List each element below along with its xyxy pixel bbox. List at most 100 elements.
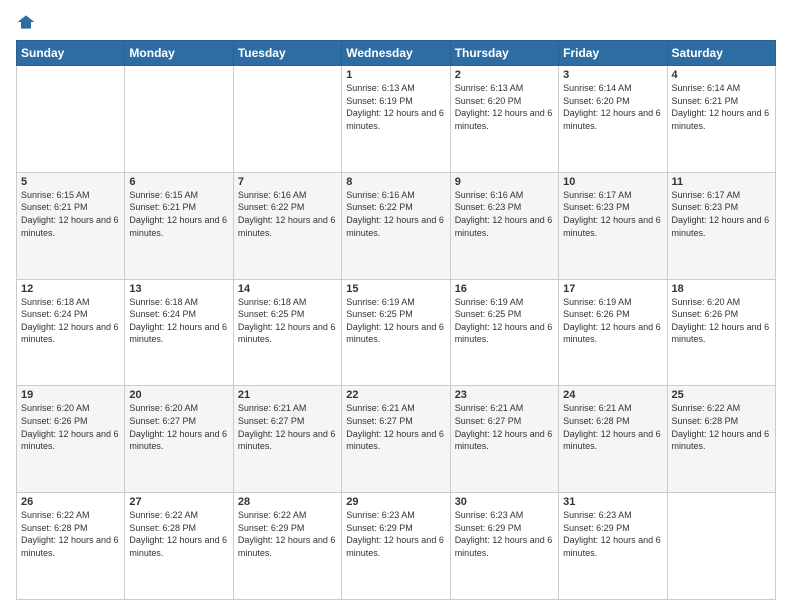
calendar-cell: 4Sunrise: 6:14 AM Sunset: 6:21 PM Daylig… xyxy=(667,66,775,173)
day-number: 24 xyxy=(563,389,662,401)
day-number: 19 xyxy=(21,389,120,401)
day-info: Sunrise: 6:15 AM Sunset: 6:21 PM Dayligh… xyxy=(129,189,228,239)
day-info: Sunrise: 6:18 AM Sunset: 6:24 PM Dayligh… xyxy=(21,296,120,346)
calendar-week-row: 12Sunrise: 6:18 AM Sunset: 6:24 PM Dayli… xyxy=(17,279,776,386)
calendar-cell: 12Sunrise: 6:18 AM Sunset: 6:24 PM Dayli… xyxy=(17,279,125,386)
weekday-header: Thursday xyxy=(450,41,558,66)
day-info: Sunrise: 6:16 AM Sunset: 6:23 PM Dayligh… xyxy=(455,189,554,239)
day-number: 4 xyxy=(672,69,771,81)
day-info: Sunrise: 6:22 AM Sunset: 6:28 PM Dayligh… xyxy=(672,402,771,452)
day-number: 30 xyxy=(455,496,554,508)
day-info: Sunrise: 6:20 AM Sunset: 6:27 PM Dayligh… xyxy=(129,402,228,452)
day-info: Sunrise: 6:15 AM Sunset: 6:21 PM Dayligh… xyxy=(21,189,120,239)
weekday-header: Sunday xyxy=(17,41,125,66)
day-number: 6 xyxy=(129,176,228,188)
day-info: Sunrise: 6:18 AM Sunset: 6:25 PM Dayligh… xyxy=(238,296,337,346)
day-info: Sunrise: 6:20 AM Sunset: 6:26 PM Dayligh… xyxy=(672,296,771,346)
calendar-cell: 30Sunrise: 6:23 AM Sunset: 6:29 PM Dayli… xyxy=(450,493,558,600)
day-info: Sunrise: 6:18 AM Sunset: 6:24 PM Dayligh… xyxy=(129,296,228,346)
day-info: Sunrise: 6:22 AM Sunset: 6:29 PM Dayligh… xyxy=(238,509,337,559)
calendar-cell xyxy=(667,493,775,600)
day-number: 8 xyxy=(346,176,445,188)
calendar-cell: 9Sunrise: 6:16 AM Sunset: 6:23 PM Daylig… xyxy=(450,172,558,279)
calendar-cell: 21Sunrise: 6:21 AM Sunset: 6:27 PM Dayli… xyxy=(233,386,341,493)
day-info: Sunrise: 6:19 AM Sunset: 6:26 PM Dayligh… xyxy=(563,296,662,346)
calendar-cell: 19Sunrise: 6:20 AM Sunset: 6:26 PM Dayli… xyxy=(17,386,125,493)
calendar-cell: 2Sunrise: 6:13 AM Sunset: 6:20 PM Daylig… xyxy=(450,66,558,173)
calendar-cell: 31Sunrise: 6:23 AM Sunset: 6:29 PM Dayli… xyxy=(559,493,667,600)
day-number: 1 xyxy=(346,69,445,81)
calendar-cell: 28Sunrise: 6:22 AM Sunset: 6:29 PM Dayli… xyxy=(233,493,341,600)
calendar-cell: 29Sunrise: 6:23 AM Sunset: 6:29 PM Dayli… xyxy=(342,493,450,600)
day-info: Sunrise: 6:16 AM Sunset: 6:22 PM Dayligh… xyxy=(346,189,445,239)
calendar-week-row: 19Sunrise: 6:20 AM Sunset: 6:26 PM Dayli… xyxy=(17,386,776,493)
calendar-table: SundayMondayTuesdayWednesdayThursdayFrid… xyxy=(16,40,776,600)
calendar-cell: 23Sunrise: 6:21 AM Sunset: 6:27 PM Dayli… xyxy=(450,386,558,493)
calendar-cell: 15Sunrise: 6:19 AM Sunset: 6:25 PM Dayli… xyxy=(342,279,450,386)
day-info: Sunrise: 6:19 AM Sunset: 6:25 PM Dayligh… xyxy=(346,296,445,346)
calendar-cell: 7Sunrise: 6:16 AM Sunset: 6:22 PM Daylig… xyxy=(233,172,341,279)
day-info: Sunrise: 6:14 AM Sunset: 6:21 PM Dayligh… xyxy=(672,82,771,132)
day-info: Sunrise: 6:17 AM Sunset: 6:23 PM Dayligh… xyxy=(672,189,771,239)
day-info: Sunrise: 6:14 AM Sunset: 6:20 PM Dayligh… xyxy=(563,82,662,132)
day-info: Sunrise: 6:21 AM Sunset: 6:27 PM Dayligh… xyxy=(238,402,337,452)
day-number: 16 xyxy=(455,283,554,295)
day-number: 21 xyxy=(238,389,337,401)
weekday-header: Saturday xyxy=(667,41,775,66)
day-info: Sunrise: 6:22 AM Sunset: 6:28 PM Dayligh… xyxy=(129,509,228,559)
day-info: Sunrise: 6:19 AM Sunset: 6:25 PM Dayligh… xyxy=(455,296,554,346)
day-info: Sunrise: 6:13 AM Sunset: 6:19 PM Dayligh… xyxy=(346,82,445,132)
calendar-cell: 13Sunrise: 6:18 AM Sunset: 6:24 PM Dayli… xyxy=(125,279,233,386)
day-number: 22 xyxy=(346,389,445,401)
day-number: 3 xyxy=(563,69,662,81)
header xyxy=(16,12,776,32)
day-number: 18 xyxy=(672,283,771,295)
calendar-cell: 5Sunrise: 6:15 AM Sunset: 6:21 PM Daylig… xyxy=(17,172,125,279)
day-number: 17 xyxy=(563,283,662,295)
day-number: 11 xyxy=(672,176,771,188)
day-number: 27 xyxy=(129,496,228,508)
day-info: Sunrise: 6:21 AM Sunset: 6:27 PM Dayligh… xyxy=(455,402,554,452)
day-number: 26 xyxy=(21,496,120,508)
day-info: Sunrise: 6:23 AM Sunset: 6:29 PM Dayligh… xyxy=(563,509,662,559)
logo-icon xyxy=(16,12,36,32)
calendar-cell: 26Sunrise: 6:22 AM Sunset: 6:28 PM Dayli… xyxy=(17,493,125,600)
day-number: 25 xyxy=(672,389,771,401)
day-number: 31 xyxy=(563,496,662,508)
day-number: 9 xyxy=(455,176,554,188)
calendar-cell: 20Sunrise: 6:20 AM Sunset: 6:27 PM Dayli… xyxy=(125,386,233,493)
day-info: Sunrise: 6:21 AM Sunset: 6:28 PM Dayligh… xyxy=(563,402,662,452)
calendar-cell: 27Sunrise: 6:22 AM Sunset: 6:28 PM Dayli… xyxy=(125,493,233,600)
weekday-header: Friday xyxy=(559,41,667,66)
calendar-cell: 11Sunrise: 6:17 AM Sunset: 6:23 PM Dayli… xyxy=(667,172,775,279)
calendar-cell: 6Sunrise: 6:15 AM Sunset: 6:21 PM Daylig… xyxy=(125,172,233,279)
weekday-header: Tuesday xyxy=(233,41,341,66)
calendar-cell: 3Sunrise: 6:14 AM Sunset: 6:20 PM Daylig… xyxy=(559,66,667,173)
day-info: Sunrise: 6:22 AM Sunset: 6:28 PM Dayligh… xyxy=(21,509,120,559)
day-number: 13 xyxy=(129,283,228,295)
calendar-cell: 1Sunrise: 6:13 AM Sunset: 6:19 PM Daylig… xyxy=(342,66,450,173)
day-number: 23 xyxy=(455,389,554,401)
calendar-cell: 18Sunrise: 6:20 AM Sunset: 6:26 PM Dayli… xyxy=(667,279,775,386)
day-number: 7 xyxy=(238,176,337,188)
calendar-week-row: 1Sunrise: 6:13 AM Sunset: 6:19 PM Daylig… xyxy=(17,66,776,173)
calendar-cell xyxy=(17,66,125,173)
calendar-cell xyxy=(125,66,233,173)
day-info: Sunrise: 6:21 AM Sunset: 6:27 PM Dayligh… xyxy=(346,402,445,452)
calendar-cell: 17Sunrise: 6:19 AM Sunset: 6:26 PM Dayli… xyxy=(559,279,667,386)
day-number: 14 xyxy=(238,283,337,295)
calendar-cell: 8Sunrise: 6:16 AM Sunset: 6:22 PM Daylig… xyxy=(342,172,450,279)
calendar-cell: 22Sunrise: 6:21 AM Sunset: 6:27 PM Dayli… xyxy=(342,386,450,493)
calendar-cell: 14Sunrise: 6:18 AM Sunset: 6:25 PM Dayli… xyxy=(233,279,341,386)
day-info: Sunrise: 6:16 AM Sunset: 6:22 PM Dayligh… xyxy=(238,189,337,239)
calendar-cell: 24Sunrise: 6:21 AM Sunset: 6:28 PM Dayli… xyxy=(559,386,667,493)
day-number: 15 xyxy=(346,283,445,295)
calendar-week-row: 26Sunrise: 6:22 AM Sunset: 6:28 PM Dayli… xyxy=(17,493,776,600)
day-number: 28 xyxy=(238,496,337,508)
calendar-week-row: 5Sunrise: 6:15 AM Sunset: 6:21 PM Daylig… xyxy=(17,172,776,279)
day-number: 20 xyxy=(129,389,228,401)
calendar-cell: 10Sunrise: 6:17 AM Sunset: 6:23 PM Dayli… xyxy=(559,172,667,279)
weekday-header: Wednesday xyxy=(342,41,450,66)
header-row: SundayMondayTuesdayWednesdayThursdayFrid… xyxy=(17,41,776,66)
calendar-cell: 25Sunrise: 6:22 AM Sunset: 6:28 PM Dayli… xyxy=(667,386,775,493)
